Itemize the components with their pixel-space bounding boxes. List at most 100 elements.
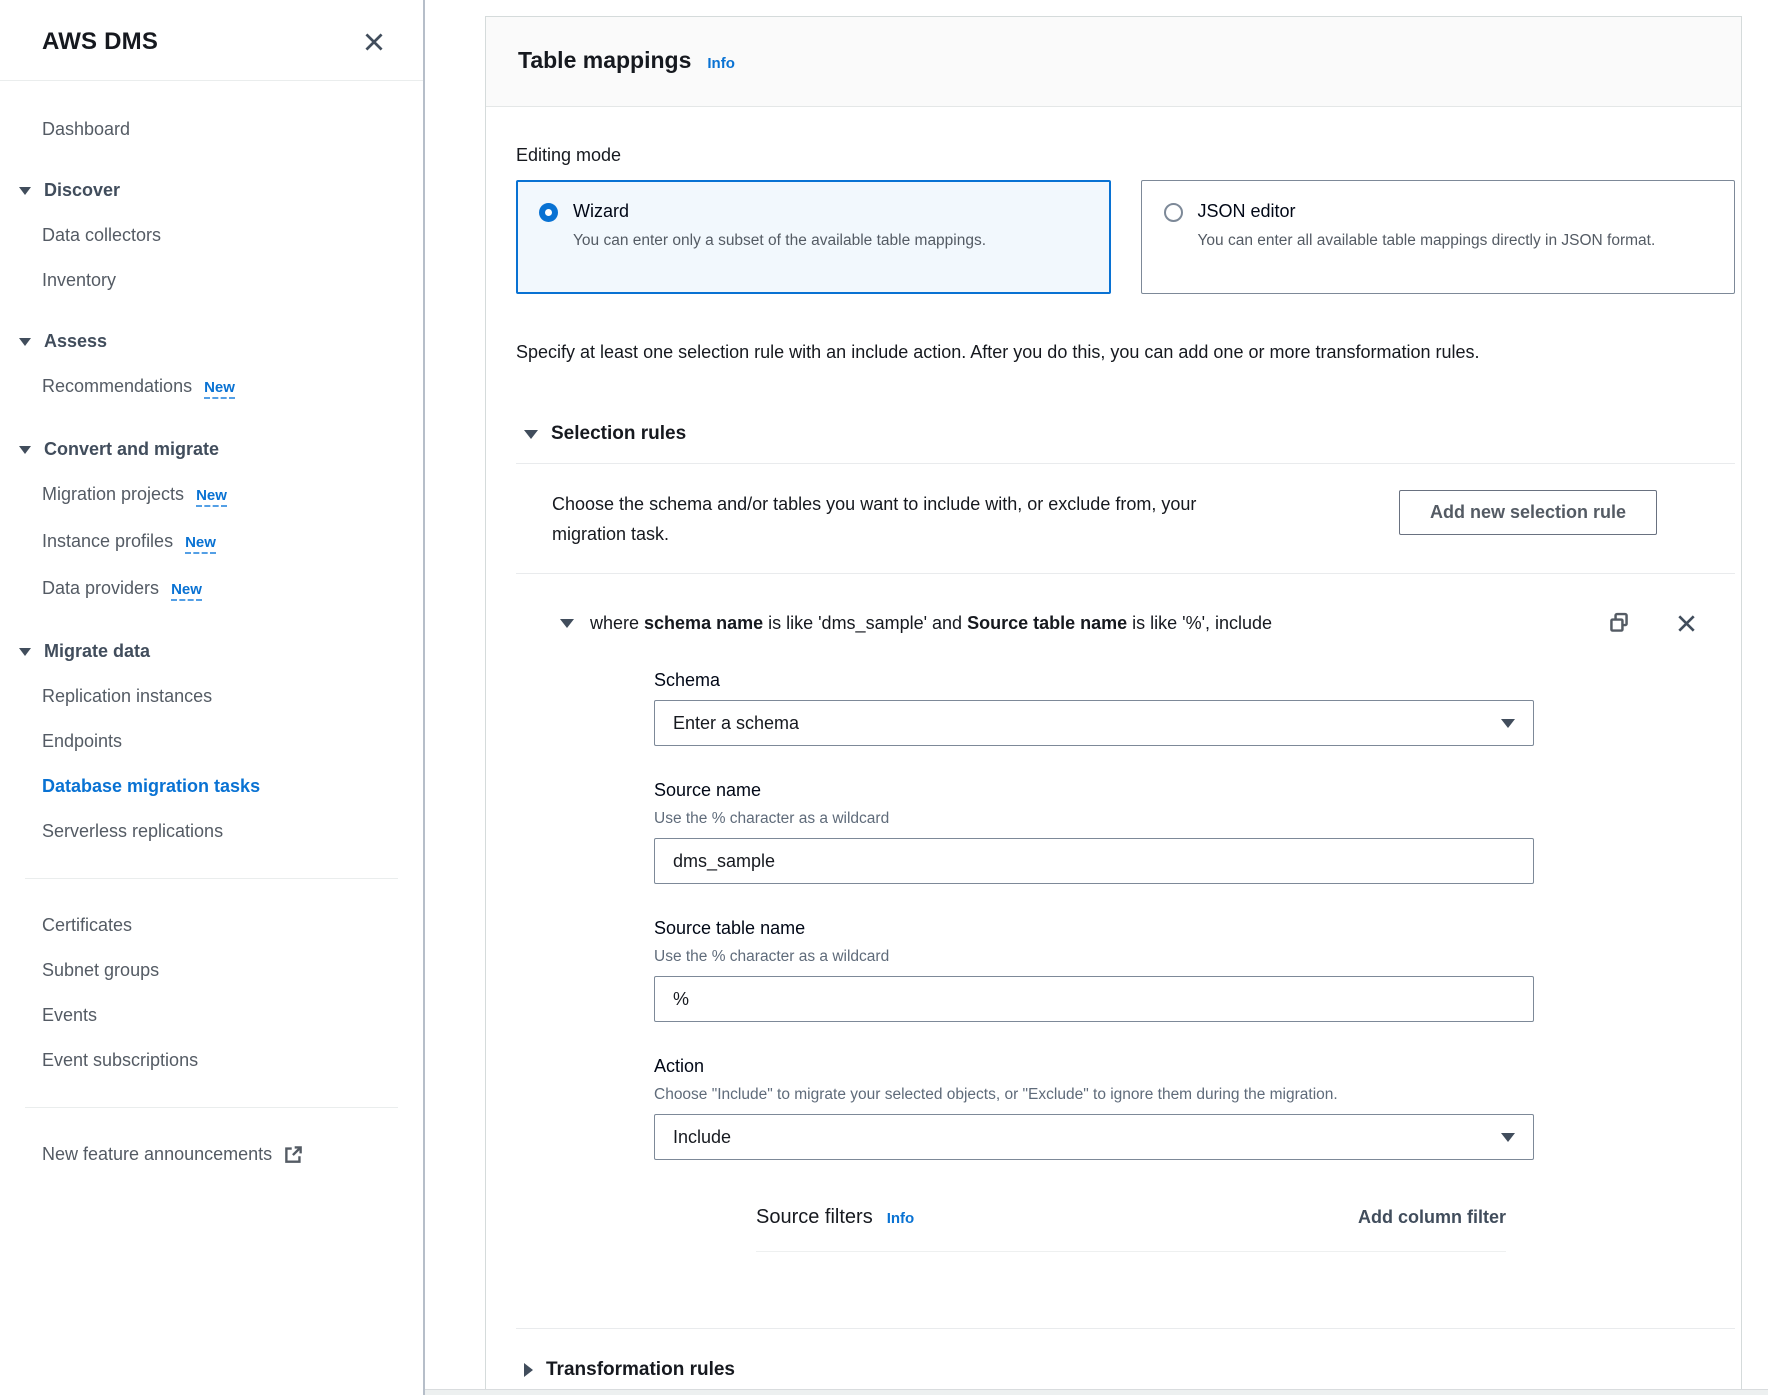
new-badge[interactable]: New	[196, 488, 227, 507]
sidebar-section-migrate-data[interactable]: Migrate data	[0, 629, 423, 674]
source-name-field-group: Source name Use the % character as a wil…	[654, 780, 1534, 884]
sidebar-section-assess[interactable]: Assess	[0, 319, 423, 364]
divider	[516, 1328, 1735, 1329]
editing-mode-options: Wizard You can enter only a subset of th…	[516, 180, 1735, 294]
app-layout: AWS DMS Dashboard Discover Data collecto…	[0, 0, 1768, 1395]
wizard-option-description: You can enter only a subset of the avail…	[573, 230, 986, 252]
transformation-rules-title: Transformation rules	[546, 1359, 735, 1381]
source-filters-row: Source filters Info Add column filter	[756, 1206, 1506, 1229]
selection-rule-expander[interactable]: where schema name is like 'dms_sample' a…	[516, 612, 1735, 634]
schema-label: Schema	[654, 670, 1534, 691]
main-content: Table mappings Info Editing mode Wizard …	[425, 0, 1768, 1395]
panel-body: Editing mode Wizard You can enter only a…	[486, 107, 1741, 1381]
sidebar-divider	[25, 878, 398, 879]
chevron-down-icon	[19, 446, 31, 454]
chevron-down-icon	[560, 619, 574, 628]
sidebar-nav: Dashboard Discover Data collectors Inven…	[0, 81, 423, 1177]
new-badge[interactable]: New	[204, 380, 235, 399]
selection-rules-intro-row: Choose the schema and/or tables you want…	[516, 490, 1735, 549]
source-name-input[interactable]	[654, 838, 1534, 884]
info-link[interactable]: Info	[707, 55, 735, 72]
source-table-name-label: Source table name	[654, 918, 1534, 939]
sidebar-item-migration-projects[interactable]: Migration projectsNew	[0, 472, 423, 519]
sidebar-divider	[25, 1107, 398, 1108]
selection-rules-expander[interactable]: Selection rules	[516, 423, 1735, 445]
chevron-down-icon	[19, 648, 31, 656]
source-table-name-helper: Use the % character as a wildcard	[654, 948, 1534, 966]
editing-mode-label: Editing mode	[516, 145, 1735, 166]
sidebar-title: AWS DMS	[42, 28, 158, 56]
sidebar-item-instance-profiles[interactable]: Instance profilesNew	[0, 519, 423, 566]
chevron-down-icon	[19, 187, 31, 195]
schema-field-group: Schema Enter a schema	[654, 670, 1534, 746]
add-selection-rule-button[interactable]: Add new selection rule	[1399, 490, 1657, 535]
wizard-option-tile[interactable]: Wizard You can enter only a subset of th…	[516, 180, 1111, 294]
sidebar-item-database-migration-tasks[interactable]: Database migration tasks	[0, 764, 423, 809]
external-link-icon	[284, 1145, 303, 1164]
sidebar-item-endpoints[interactable]: Endpoints	[0, 719, 423, 764]
chevron-down-icon	[19, 338, 31, 346]
sidebar-header: AWS DMS	[0, 0, 423, 80]
close-icon	[1676, 613, 1697, 634]
schema-select-value: Enter a schema	[673, 713, 799, 734]
chevron-right-icon	[524, 1363, 533, 1377]
sidebar-item-dashboard[interactable]: Dashboard	[0, 107, 423, 152]
sidebar-item-subnet-groups[interactable]: Subnet groups	[0, 948, 423, 993]
source-filters-label: Source filters	[756, 1206, 873, 1229]
chevron-down-icon	[524, 430, 538, 439]
close-icon	[363, 31, 385, 53]
selection-rules-description: Choose the schema and/or tables you want…	[552, 490, 1252, 549]
new-badge[interactable]: New	[185, 535, 216, 554]
divider	[516, 573, 1735, 574]
action-select-value: Include	[673, 1127, 731, 1148]
selection-rules-title: Selection rules	[551, 423, 686, 445]
sidebar-item-recommendations[interactable]: RecommendationsNew	[0, 364, 423, 411]
selection-rule-summary: where schema name is like 'dms_sample' a…	[590, 613, 1592, 634]
sidebar-section-convert-and-migrate[interactable]: Convert and migrate	[0, 427, 423, 472]
close-sidebar-button[interactable]	[363, 31, 385, 53]
page-title: Table mappings	[518, 47, 691, 74]
radio-unselected-icon	[1164, 203, 1183, 222]
copy-icon	[1608, 612, 1630, 634]
source-name-helper: Use the % character as a wildcard	[654, 810, 1534, 828]
source-filters-info-link[interactable]: Info	[887, 1210, 915, 1227]
new-badge[interactable]: New	[171, 582, 202, 601]
sidebar-item-event-subscriptions[interactable]: Event subscriptions	[0, 1038, 423, 1083]
selection-rule-instruction: Specify at least one selection rule with…	[516, 342, 1735, 363]
sidebar-item-replication-instances[interactable]: Replication instances	[0, 674, 423, 719]
sidebar-item-inventory[interactable]: Inventory	[0, 258, 423, 303]
table-mappings-panel: Table mappings Info Editing mode Wizard …	[485, 16, 1742, 1390]
action-label: Action	[654, 1056, 1534, 1077]
duplicate-rule-button[interactable]	[1608, 612, 1630, 634]
selection-rule-form: Schema Enter a schema Source name Use th…	[654, 670, 1534, 1252]
action-select[interactable]: Include	[654, 1114, 1534, 1160]
radio-selected-icon	[539, 203, 558, 222]
wizard-option-title: Wizard	[573, 201, 986, 222]
sidebar-item-certificates[interactable]: Certificates	[0, 903, 423, 948]
panel-header: Table mappings Info	[486, 17, 1741, 107]
chevron-down-icon	[1501, 719, 1515, 728]
action-helper: Choose "Include" to migrate your selecte…	[654, 1086, 1534, 1104]
sidebar-item-events[interactable]: Events	[0, 993, 423, 1038]
source-table-field-group: Source table name Use the % character as…	[654, 918, 1534, 1022]
sidebar-section-discover[interactable]: Discover	[0, 168, 423, 213]
sidebar-item-new-feature-announcements[interactable]: New feature announcements	[0, 1132, 423, 1177]
remove-rule-button[interactable]	[1676, 613, 1697, 634]
json-editor-option-tile[interactable]: JSON editor You can enter all available …	[1141, 180, 1736, 294]
page-background-strip	[425, 1389, 1768, 1395]
transformation-rules-expander[interactable]: Transformation rules	[516, 1359, 1735, 1381]
action-field-group: Action Choose "Include" to migrate your …	[654, 1056, 1534, 1160]
divider	[756, 1251, 1506, 1252]
chevron-down-icon	[1501, 1133, 1515, 1142]
source-name-label: Source name	[654, 780, 1534, 801]
schema-select[interactable]: Enter a schema	[654, 700, 1534, 746]
sidebar-item-serverless-replications[interactable]: Serverless replications	[0, 809, 423, 854]
sidebar-item-data-collectors[interactable]: Data collectors	[0, 213, 423, 258]
sidebar-item-data-providers[interactable]: Data providersNew	[0, 566, 423, 613]
json-editor-option-description: You can enter all available table mappin…	[1198, 230, 1656, 252]
add-column-filter-button[interactable]: Add column filter	[1358, 1207, 1506, 1228]
json-editor-option-title: JSON editor	[1198, 201, 1656, 222]
sidebar: AWS DMS Dashboard Discover Data collecto…	[0, 0, 425, 1395]
source-table-name-input[interactable]	[654, 976, 1534, 1022]
divider	[516, 463, 1735, 464]
